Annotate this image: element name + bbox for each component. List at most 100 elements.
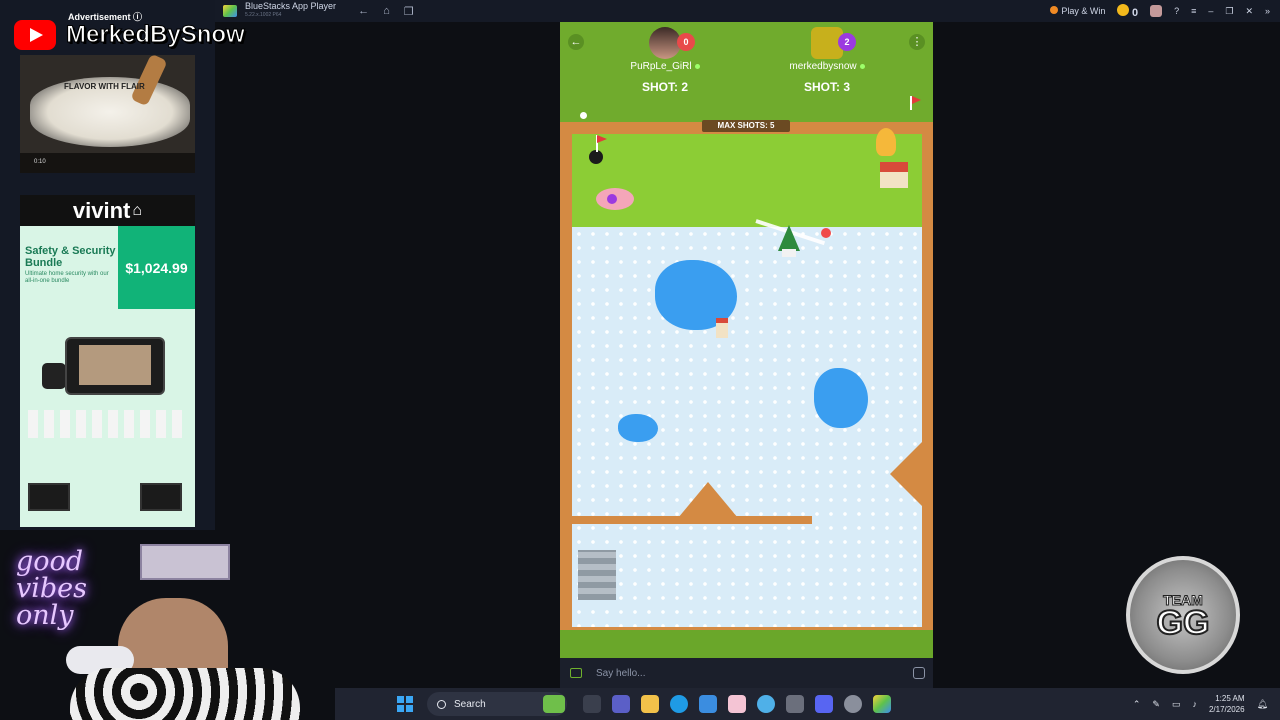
windows-taskbar: Search ⌃ ✎ ▭ ♪ 1:25 AM 2/17/2026 🔔︎ — [335, 688, 1280, 720]
player1-name-text: PuRpLe_GiRl — [630, 61, 692, 72]
chat-input[interactable]: Say hello... — [596, 668, 913, 679]
video-caption: FLAVOR WITH FLAIR — [64, 82, 145, 91]
task-view-icon[interactable] — [583, 695, 601, 713]
chevron-up-icon[interactable]: ⌃ — [1133, 699, 1141, 710]
team-gg-logo: TEAM GG — [1126, 556, 1240, 674]
game-header — [560, 22, 933, 122]
coin-icon — [1117, 3, 1130, 16]
close-icon[interactable]: ✕ — [1245, 6, 1253, 17]
coins-display[interactable]: 0 — [1117, 3, 1139, 19]
network-icon[interactable]: ▭ — [1172, 699, 1181, 710]
webcam-feed: good vibes only — [0, 528, 335, 720]
multi-window-icon[interactable]: ❐ — [404, 5, 414, 18]
vivint-ad[interactable]: vivint ⌂ Safety & Security Bundle Ultimat… — [20, 195, 195, 527]
bluestacks-title: BlueStacks App Player 5.22.x.1002 P64 — [245, 2, 336, 20]
back-arrow-icon[interactable]: ← — [358, 5, 369, 17]
hoodie — [70, 668, 300, 720]
title-bar-actions: Play & Win 0 ? ≡ – ❐ ✕ » — [1050, 3, 1280, 19]
player2-name: merkedbysnow — [767, 61, 887, 72]
opponent-ball — [607, 194, 617, 204]
file-explorer-icon[interactable] — [641, 695, 659, 713]
neon-sign: good vibes only — [16, 546, 88, 631]
control-panel-image — [65, 337, 165, 395]
water-hazard — [618, 414, 658, 442]
camera-image — [42, 363, 66, 389]
play-win-icon — [1050, 6, 1059, 14]
sticker-icon[interactable] — [913, 667, 925, 679]
search-icon — [437, 699, 446, 709]
bluestacks-title-bar: BlueStacks App Player 5.22.x.1002 P64 ← … — [215, 0, 1280, 22]
app-title: BlueStacks App Player — [245, 1, 337, 11]
vivint-headline: Safety & Security Bundle — [25, 245, 116, 269]
player-ball[interactable] — [821, 228, 831, 238]
vivint-copy: Safety & Security Bundle Ultimate home s… — [25, 245, 117, 285]
bluestacks-icon[interactable] — [873, 695, 891, 713]
clock[interactable]: 1:25 AM 2/17/2026 — [1209, 693, 1245, 715]
windows-start-icon[interactable] — [397, 696, 413, 712]
player2-score-badge: 2 — [838, 33, 856, 51]
app-version: 5.22.x.1002 P64 — [245, 12, 282, 18]
notification-bell-icon[interactable]: 🔔︎ — [1257, 699, 1268, 710]
channel-name: MerkedBySnow — [66, 21, 246, 49]
back-arrow-icon[interactable]: ← — [568, 34, 584, 50]
home-icon[interactable]: ⌂ — [383, 5, 390, 17]
profile-avatar-icon[interactable] — [1150, 5, 1163, 17]
vivint-logo: vivint ⌂ — [20, 195, 195, 226]
ball-progress-icon — [580, 112, 587, 119]
minimize-icon[interactable]: – — [1208, 6, 1213, 16]
discord-icon[interactable] — [815, 695, 833, 713]
volume-icon[interactable]: ♪ — [1192, 699, 1197, 709]
more-options-icon[interactable]: ⋮ — [909, 34, 925, 50]
vivint-logo-text: vivint — [72, 197, 131, 223]
chat-icon[interactable] — [570, 668, 582, 678]
search-label: Search — [454, 698, 486, 710]
teams-icon[interactable] — [612, 695, 630, 713]
copilot-icon[interactable] — [757, 695, 775, 713]
small-house — [880, 162, 908, 188]
course-grass[interactable] — [572, 134, 922, 238]
golf-game-screen[interactable]: ← ⋮ 0 PuRpLe_GiRl SHOT: 2 2 merkedbysnow… — [560, 22, 933, 658]
video-ad[interactable]: FLAVOR WITH FLAIR 0:10 — [20, 55, 195, 173]
hamburger-menu-icon[interactable]: ≡ — [1191, 6, 1196, 16]
vivint-subtext: Ultimate home security with our all-in-o… — [25, 271, 109, 284]
vivint-price: $1,024.99 — [118, 226, 195, 309]
tablet-image — [140, 483, 182, 511]
fire-decor-icon — [876, 128, 896, 156]
water-hazard — [814, 368, 868, 428]
mask-widget-icon[interactable] — [543, 695, 565, 713]
max-shots-banner: MAX SHOTS: 5 — [702, 120, 790, 132]
settings-app-icon[interactable] — [786, 695, 804, 713]
help-icon[interactable]: ? — [1174, 6, 1179, 16]
player1-score-badge: 0 — [677, 33, 695, 51]
youtube-logo-icon — [14, 20, 56, 50]
online-indicator-icon — [859, 63, 865, 69]
player1-name: PuRpLe_GiRl — [605, 61, 725, 72]
house-icon: ⌂ — [132, 201, 143, 219]
pine-tree — [778, 225, 800, 251]
air-conditioner — [140, 544, 230, 580]
player2-name-text: merkedbysnow — [789, 61, 857, 72]
restore-icon[interactable]: ❐ — [1225, 6, 1233, 17]
wall-ramp — [678, 482, 738, 518]
progress-flag-icon — [912, 96, 921, 104]
photos-icon[interactable] — [728, 695, 746, 713]
sidebar-toggle-icon[interactable]: » — [1265, 6, 1270, 16]
video-controls[interactable]: 0:10 — [20, 153, 195, 173]
online-indicator-icon — [694, 63, 700, 69]
obs-icon[interactable] — [844, 695, 862, 713]
coin-count: 0 — [1131, 6, 1139, 19]
gg-text: GG — [1156, 604, 1211, 642]
hole-flag-icon — [597, 135, 607, 143]
play-win-button[interactable]: Play & Win — [1050, 6, 1105, 16]
sensors-image — [28, 410, 186, 438]
store-icon[interactable] — [699, 695, 717, 713]
wall-wedge — [890, 442, 922, 506]
tee-mat — [578, 550, 616, 600]
tree-base — [782, 249, 796, 257]
edge-icon[interactable] — [670, 695, 688, 713]
golf-hole — [589, 150, 603, 164]
pen-icon[interactable]: ✎ — [1152, 699, 1160, 710]
game-footer — [560, 630, 933, 658]
clock-time: 1:25 AM — [1215, 694, 1245, 703]
player1-shot-count: SHOT: 2 — [641, 80, 688, 94]
